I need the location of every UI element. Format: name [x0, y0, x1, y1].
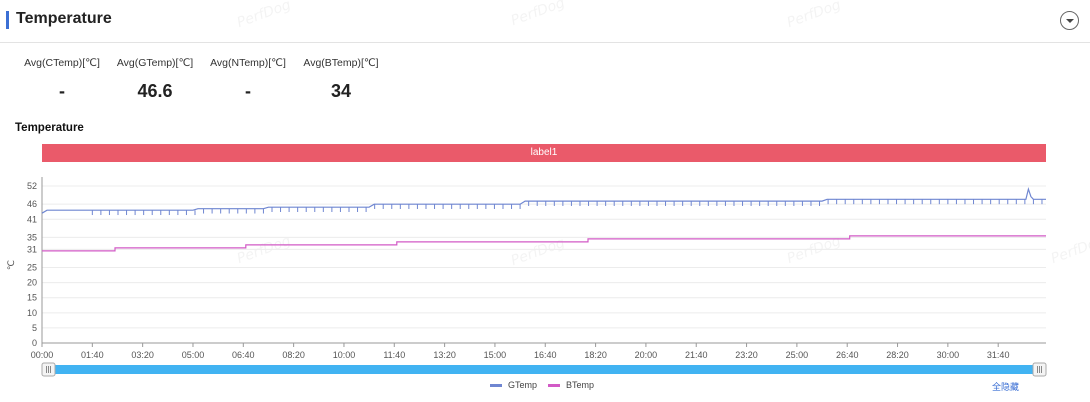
x-tick-label: 28:20	[886, 350, 909, 360]
y-tick-label: 41	[27, 214, 37, 224]
y-tick-label: 25	[27, 263, 37, 273]
x-tick-label: 00:00	[31, 350, 54, 360]
y-tick-label: 20	[27, 278, 37, 288]
x-tick-label: 21:40	[685, 350, 708, 360]
x-tick-label: 31:40	[987, 350, 1010, 360]
legend-label-btemp: BTemp	[566, 380, 595, 390]
y-tick-label: 5	[32, 323, 37, 333]
y-tick-label: 52	[27, 181, 37, 191]
x-tick-label: 05:00	[182, 350, 205, 360]
x-tick-label: 03:20	[131, 350, 154, 360]
x-tick-label: 16:40	[534, 350, 557, 360]
x-tick-label: 15:00	[484, 350, 507, 360]
legend-label-gtemp: GTemp	[508, 380, 538, 390]
legend-swatch-gtemp	[490, 383, 502, 387]
temperature-chart: 0 5 10 15 20 25 31 35 41 46 52 ℃ 00:00 01:40 03:20 05:0…	[7, 177, 1047, 377]
y-tick-label: 46	[27, 199, 37, 209]
toggle-all-series-link[interactable]: 全隐藏	[992, 380, 1019, 393]
range-slider-track[interactable]	[48, 365, 1034, 374]
x-tick-label: 01:40	[81, 350, 104, 360]
x-tick-label: 08:20	[282, 350, 305, 360]
x-tick-label: 30:00	[937, 350, 960, 360]
legend-swatch-btemp	[548, 383, 560, 387]
x-tick-label: 13:20	[433, 350, 456, 360]
y-tick-label: 35	[27, 232, 37, 242]
y-tick-label: 10	[27, 308, 37, 318]
y-tick-label: 15	[27, 293, 37, 303]
y-tick-label: 0	[32, 338, 37, 348]
x-tick-label: 23:20	[735, 350, 758, 360]
y-tick-label: 31	[27, 244, 37, 254]
y-axis-label: ℃	[7, 260, 17, 270]
x-tick-label: 18:20	[584, 350, 607, 360]
legend-item-btemp[interactable]: BTemp	[548, 380, 594, 390]
series-line-gtemp	[41, 186, 1046, 214]
x-tick-label: 25:00	[786, 350, 809, 360]
x-tick-label: 10:00	[333, 350, 356, 360]
legend-item-gtemp[interactable]: GTemp	[490, 380, 537, 390]
x-tick-label: 26:40	[836, 350, 859, 360]
x-tick-label: 11:40	[383, 350, 405, 360]
x-tick-label: 06:40	[232, 350, 255, 360]
x-tick-label: 20:00	[635, 350, 658, 360]
series-line-btemp	[42, 235, 1046, 252]
